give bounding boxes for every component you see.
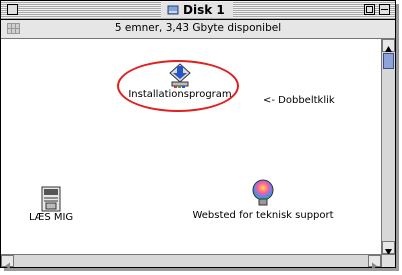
vertical-scroll-thumb[interactable] [383, 53, 394, 69]
finder-window: Disk 1 5 emner, 3,43 Gbyte disponibel In… [0, 0, 396, 270]
window-shadow-bottom [4, 268, 399, 271]
collapse-box[interactable] [379, 4, 390, 15]
lightbulb-icon [252, 179, 274, 206]
scroll-right-button[interactable] [368, 255, 381, 270]
status-text: 5 emner, 3,43 Gbyte disponibel [114, 22, 282, 34]
zoom-box[interactable] [364, 4, 375, 15]
window-shadow-right [396, 4, 399, 270]
scroll-left-button[interactable] [1, 255, 14, 270]
vertical-scrollbar[interactable] [381, 39, 395, 255]
close-box[interactable] [7, 4, 18, 15]
support-label: Websted for teknisk support [192, 210, 334, 221]
highlight-annotation [117, 60, 239, 112]
hint-item: <- Dobbeltklik [263, 95, 335, 106]
resize-handle[interactable] [381, 254, 395, 267]
icon-view: Installationsprogram <- Dobbeltklik LÆS … [1, 39, 381, 254]
disk-icon [167, 5, 179, 15]
window-title: Disk 1 [161, 2, 233, 18]
scroll-up-button[interactable] [382, 39, 395, 52]
horizontal-scrollbar[interactable] [1, 254, 381, 270]
scroll-down-button[interactable] [382, 241, 395, 255]
window-title-text: Disk 1 [183, 3, 225, 17]
window-header: 5 emner, 3,43 Gbyte disponibel [1, 20, 395, 39]
readme-label: LÆS MIG [29, 212, 74, 223]
hint-label: <- Dobbeltklik [263, 95, 335, 106]
document-icon [41, 186, 61, 212]
readme-item[interactable]: LÆS MIG [29, 186, 73, 223]
title-bar[interactable]: Disk 1 [1, 1, 395, 20]
support-item[interactable]: Websted for teknisk support [187, 179, 339, 221]
